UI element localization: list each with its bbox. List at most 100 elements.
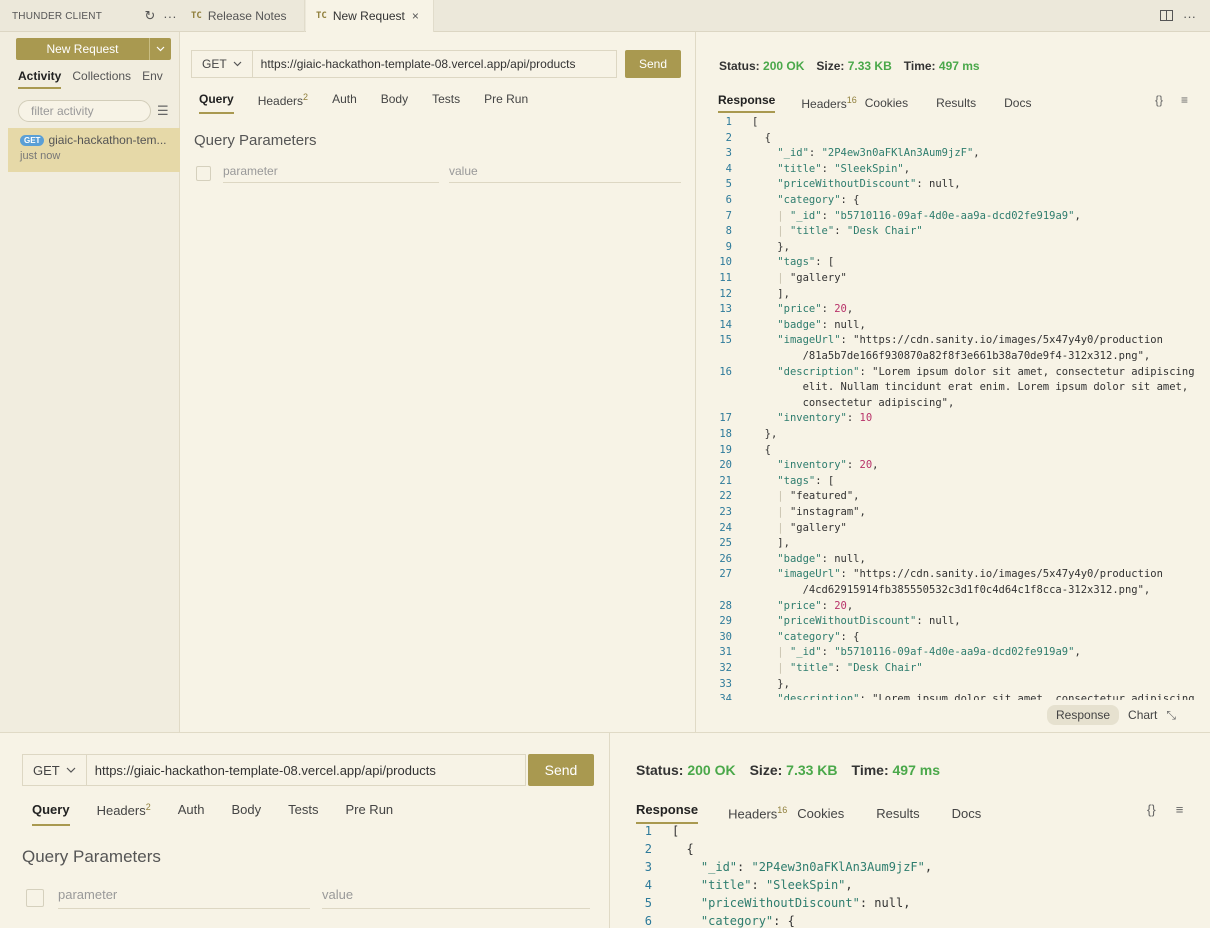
tab-prerun-zoomed[interactable]: Pre Run [345,802,393,826]
tab-response-zoomed[interactable]: Response [636,802,699,824]
value-input[interactable]: value [449,164,681,183]
tab-new-request[interactable]: TC New Request × [306,0,434,32]
url-input-zoomed[interactable]: https://giaic-hackathon-template-08.verc… [87,763,525,778]
time-text: Time: [903,59,936,73]
param-input-zoomed[interactable]: parameter [58,887,310,909]
code-line: 26 "badge": null, [704,553,1204,569]
tab-prerun[interactable]: Pre Run [484,92,528,114]
tab-auth[interactable]: Auth [332,92,357,114]
url-bar-zoomed: GET https://giaic-hackathon-template-08.… [22,754,526,786]
tab-response[interactable]: Response [718,93,776,113]
param-checkbox-zoomed[interactable] [26,889,44,907]
code-text: | "title": "Desk Chair" [777,662,923,674]
method-select[interactable]: GET [192,51,253,77]
method-select-zoomed[interactable]: GET [23,755,87,785]
value-input-zoomed[interactable]: value [322,887,590,909]
code-text: "badge": null, [777,552,866,565]
line-number: 25 [719,537,732,550]
line-number: 15 [719,334,732,347]
tab-body-zoomed[interactable]: Body [231,802,261,826]
code-line: 5 "priceWithoutDiscount": null, [704,178,1204,194]
close-icon[interactable]: × [412,9,419,23]
size-label: Size: 7.33 KB [816,59,891,73]
code-text: "tags": [ [777,256,835,269]
menu-lines-icon[interactable]: ≡ [1181,93,1188,107]
time-label: Time: 497 ms [904,59,980,73]
menu-lines-icon[interactable]: ≡ [1176,802,1184,817]
split-editor-icon[interactable] [1160,9,1173,24]
send-button[interactable]: Send [625,50,681,78]
view-chart-chip[interactable]: Chart [1128,708,1157,722]
tab-response-headers[interactable]: Headers16 [801,95,856,111]
query-params-title-zoomed: Query Parameters [22,847,161,866]
url-input[interactable]: https://giaic-hackathon-template-08.verc… [253,57,616,71]
time-value-zoomed: 497 ms [892,762,940,778]
line-number: 5 [725,178,732,191]
tab-auth-zoomed[interactable]: Auth [178,802,205,826]
tab-collections[interactable]: Collections [72,69,131,89]
method-label-zoomed: GET [33,762,60,778]
tab-tests[interactable]: Tests [432,92,460,114]
tab-results[interactable]: Results [936,96,976,110]
code-text: consectetur adipiscing", [752,396,955,409]
tab-response-headers-zoomed[interactable]: Headers16 [728,805,787,821]
tab-headers[interactable]: Headers2 [258,92,308,114]
line-number: 12 [719,287,732,300]
activity-item[interactable]: GET giaic-hackathon-tem... just now [8,128,180,172]
param-checkbox[interactable] [196,166,211,181]
code-text: "description": "Lorem ipsum dolor sit am… [777,693,1195,700]
top-bar: THUNDER CLIENT ↻ ··· TC Release Notes TC… [0,0,1210,32]
code-line: 9 }, [704,241,1204,257]
code-text: ], [752,537,790,550]
code-line: 22 | "featured", [704,490,1204,506]
format-braces-icon[interactable]: {} [1147,802,1156,817]
code-text: | "title": "Desk Chair" [777,225,923,238]
tab-headers-zoomed[interactable]: Headers2 [97,802,151,826]
refresh-icon[interactable]: ↻ [140,8,160,24]
method-badge: GET [20,134,45,146]
more-actions-icon[interactable]: ··· [1183,9,1196,24]
expand-icon[interactable]: ⤡ [1166,708,1176,723]
size-text: Size: [816,59,845,73]
line-number: 24 [719,521,732,534]
size-text-zoomed: Size: [749,762,783,778]
headers-count-zoomed: 2 [145,802,151,812]
tab-query-zoomed[interactable]: Query [32,802,70,826]
line-number: 7 [725,209,732,222]
tab-docs-zoomed[interactable]: Docs [952,806,982,821]
tab-docs[interactable]: Docs [1004,96,1031,110]
code-text: /81a5b7de166f930870a82f8f3e661b38a70de9f… [752,350,1151,362]
code-line: 12 ], [704,288,1204,304]
code-line: 20 "inventory": 20, [704,459,1204,475]
code-text: { [672,842,694,856]
response-code-viewer-zoomed[interactable]: 1[2 {3 "_id": "2P4ew3n0aFKlAn3Aum9jzF", 4… [620,824,1210,928]
tab-body[interactable]: Body [381,92,408,114]
code-text: "imageUrl": "https://cdn.sanity.io/image… [777,334,1163,347]
send-button-zoomed[interactable]: Send [528,754,594,786]
line-number: 13 [719,303,732,316]
tab-env[interactable]: Env [142,69,163,89]
tab-results-zoomed[interactable]: Results [876,806,919,821]
line-number: 3 [644,860,652,874]
tab-activity[interactable]: Activity [18,69,62,89]
param-input[interactable]: parameter [223,164,439,183]
code-line: 17 "inventory": 10 [704,412,1204,428]
line-number: 4 [725,162,732,175]
tab-release-notes[interactable]: TC Release Notes [181,0,305,32]
code-line: 6 "category": { [620,914,1210,928]
tab-cookies-zoomed[interactable]: Cookies [797,806,844,821]
new-request-button[interactable]: New Request [16,38,171,60]
tab-tests-zoomed[interactable]: Tests [288,802,318,826]
filter-menu-icon[interactable]: ☰ [157,103,169,119]
filter-activity-input[interactable]: filter activity [18,100,151,122]
tab-cookies[interactable]: Cookies [865,96,908,110]
chevron-down-icon[interactable] [149,38,171,60]
line-number: 10 [719,256,732,269]
code-text: "price": 20, [777,303,854,316]
request-tabs: Query Headers2 Auth Body Tests Pre Run [199,92,528,114]
format-braces-icon[interactable]: {} [1155,93,1163,107]
tab-query[interactable]: Query [199,92,234,114]
response-code-viewer[interactable]: 1[2 {3 "_id": "2P4ew3n0aFKlAn3Aum9jzF", 4… [704,116,1204,700]
view-response-chip[interactable]: Response [1047,705,1120,725]
more-icon[interactable]: ··· [160,9,180,24]
